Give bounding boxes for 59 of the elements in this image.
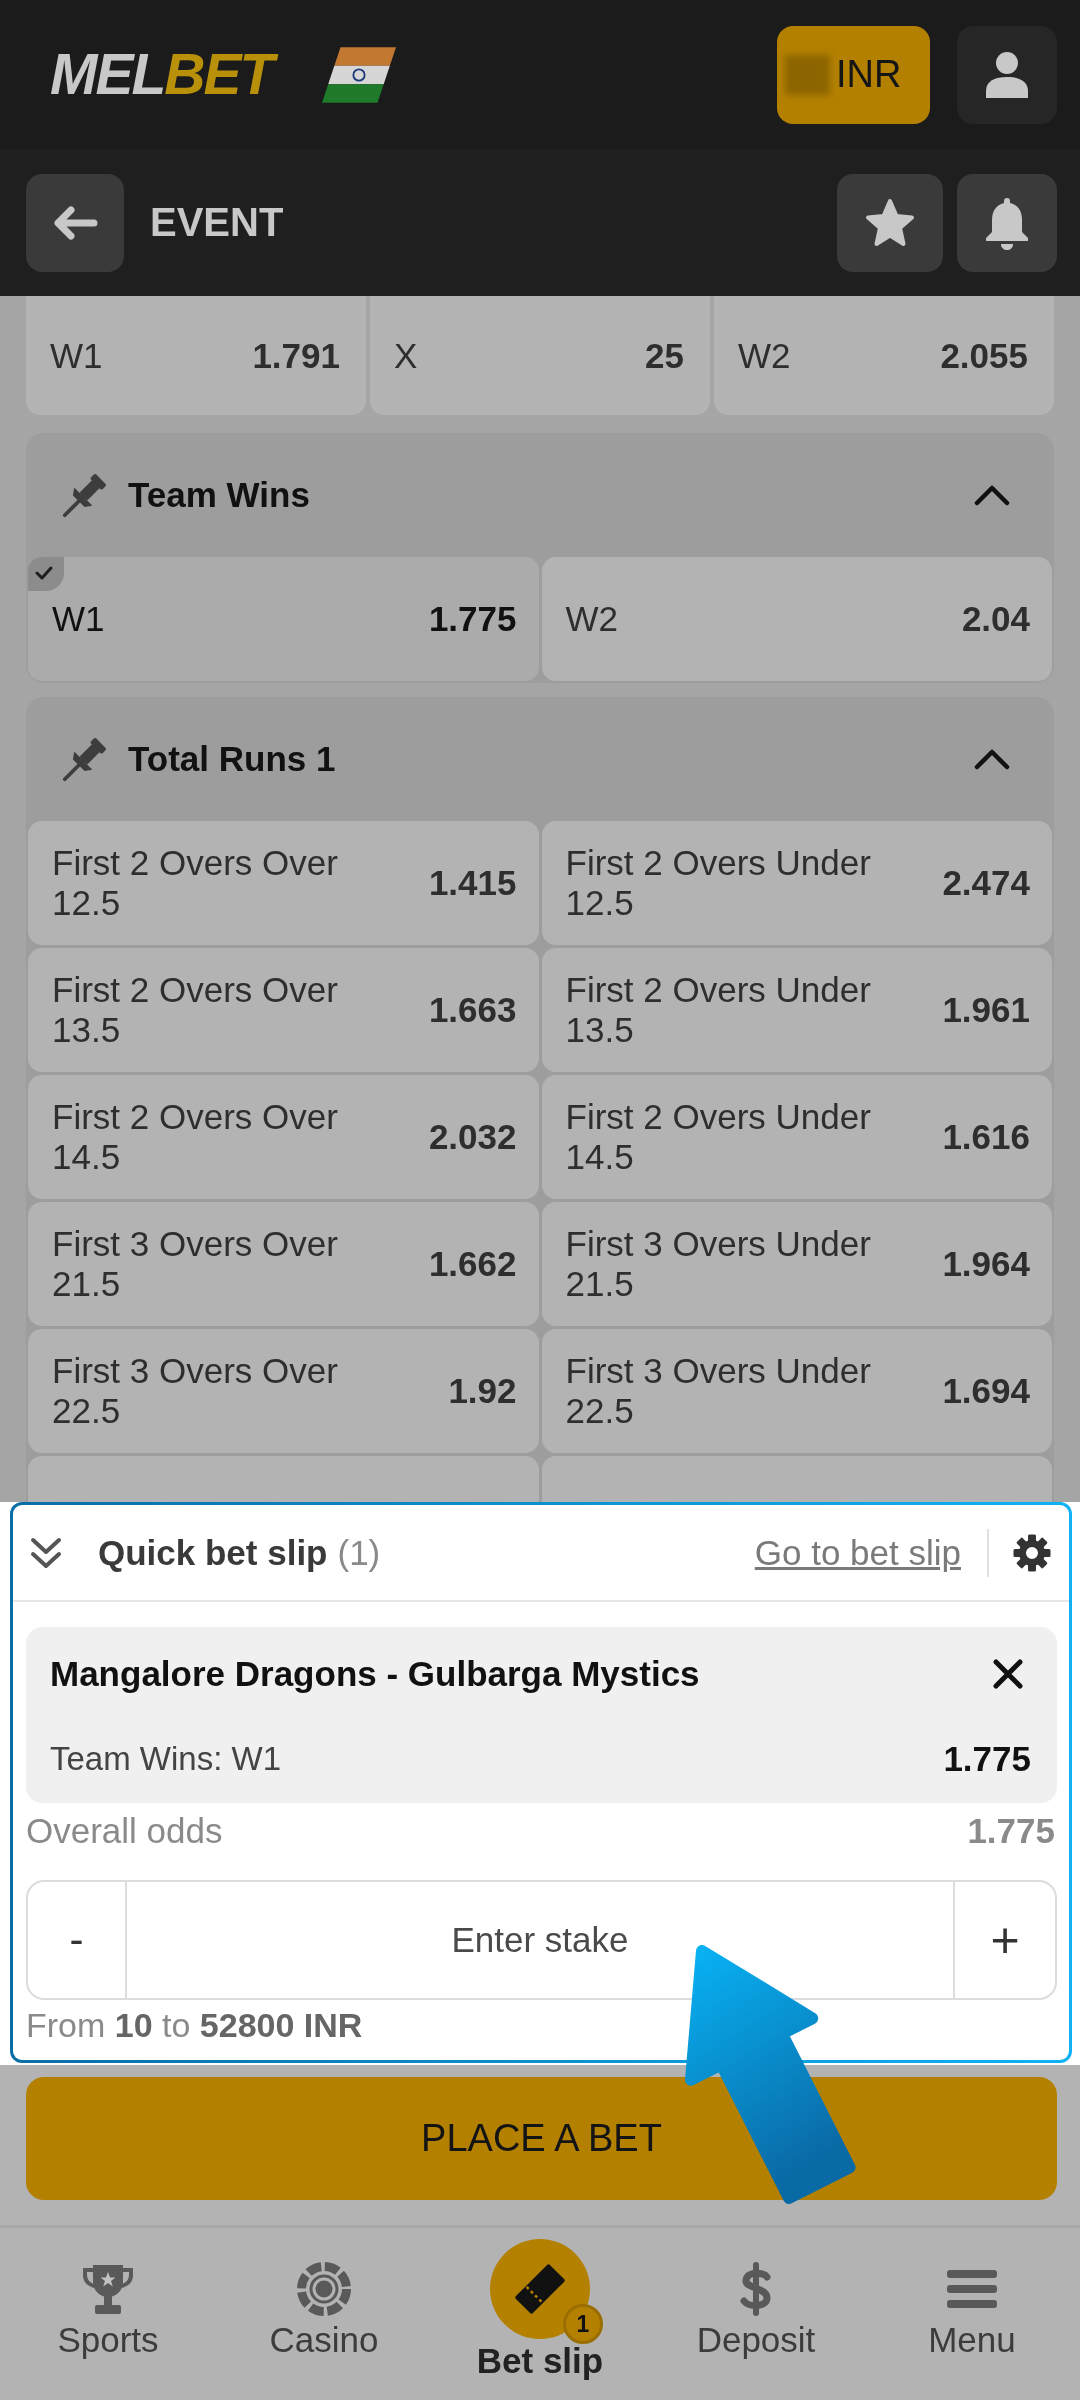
odds-button[interactable]: First 3 Overs Over 22.5 1.92 <box>28 1329 539 1453</box>
back-button[interactable] <box>26 173 124 272</box>
favorite-button[interactable] <box>837 173 943 272</box>
star-icon <box>864 197 916 248</box>
odds-button[interactable]: First 3 Overs Under 21.5 1.964 <box>541 1202 1052 1326</box>
count-badge: 1 <box>563 2304 603 2344</box>
trophy-icon <box>81 2262 135 2316</box>
odds-button[interactable]: X 25 <box>370 296 710 415</box>
nav-tab[interactable]: Sports <box>0 2228 216 2400</box>
flag-icon[interactable] <box>322 46 397 103</box>
stake-stepper[interactable]: - Enter stake + <box>26 1880 1057 2000</box>
notifications-button[interactable] <box>957 173 1057 272</box>
decrease-button[interactable]: - <box>28 1882 127 1998</box>
stake-input[interactable]: Enter stake <box>127 1882 953 1998</box>
nav-tab[interactable]: Bet slip 1 <box>432 2228 648 2400</box>
odds-button[interactable]: First 2 Overs Under 14.5 1.616 <box>541 1075 1052 1199</box>
bet-market: Team Wins: W1 <box>50 1740 282 1778</box>
pin-icon[interactable] <box>62 472 108 518</box>
increase-button[interactable]: + <box>953 1882 1055 1998</box>
caret-icon[interactable] <box>974 484 1010 506</box>
settings-icon[interactable] <box>1013 1533 1051 1572</box>
stake-limits: From 10 to 52800 INR <box>26 2004 364 2046</box>
balance-button[interactable]: INR <box>777 25 930 124</box>
page-title: EVENT <box>150 200 284 245</box>
odds-button[interactable]: W1 1.791 <box>26 296 366 415</box>
place-bet-button[interactable]: PLACE A BET <box>26 2077 1057 2200</box>
double-chevron-down-icon[interactable] <box>30 1535 62 1570</box>
odds-button[interactable]: First 2 Overs Over 12.5 1.415 <box>28 821 539 945</box>
odds-button[interactable]: First 2 Overs Under 12.5 2.474 <box>541 821 1052 945</box>
profile-button[interactable] <box>957 25 1057 124</box>
odds-button[interactable]: W1 1.775 <box>28 557 539 681</box>
nav-tab[interactable]: Casino <box>216 2228 432 2400</box>
event-name: Mangalore Dragons - Gulbarga Mystics <box>50 1654 700 1694</box>
market-title: Total Runs 1 <box>128 739 337 779</box>
caret-icon[interactable] <box>974 748 1010 770</box>
casino-chip-icon <box>297 2262 351 2316</box>
bell-icon <box>985 195 1029 250</box>
nav-tab[interactable]: Menu <box>864 2228 1080 2400</box>
bet-count: (1) <box>337 1532 381 1573</box>
slip-title: Quick bet slip <box>98 1532 328 1573</box>
odds-button[interactable]: W2 2.04 <box>541 557 1052 681</box>
odds-button[interactable]: First 2 Overs Over 13.5 1.663 <box>28 948 539 1072</box>
go-to-bet-slip-link[interactable]: Go to bet slip <box>754 1532 961 1573</box>
market-title: Team Wins <box>128 475 311 515</box>
check-icon <box>28 557 64 591</box>
odds-button[interactable]: First 2 Overs Under 13.5 1.961 <box>541 948 1052 1072</box>
overall-odds-value: 1.775 <box>967 1810 1055 1851</box>
odds-button[interactable]: W2 2.055 <box>714 296 1054 415</box>
overall-odds-label: Overall odds <box>26 1810 223 1851</box>
person-icon <box>985 51 1029 98</box>
odds-button[interactable]: First 3 Overs Under 22.5 1.694 <box>541 1329 1052 1453</box>
bet-odds: 1.775 <box>943 1739 1031 1779</box>
back-arrow-icon <box>52 205 98 240</box>
odds-button[interactable]: First 3 Overs Over 21.5 1.662 <box>28 1202 539 1326</box>
nav-tab[interactable]: Deposit <box>648 2228 864 2400</box>
logo[interactable]: MELBET <box>48 40 281 109</box>
close-icon[interactable] <box>993 1659 1023 1689</box>
odds-button[interactable]: First 2 Overs Over 14.5 2.032 <box>28 1075 539 1199</box>
pin-icon[interactable] <box>62 736 108 782</box>
